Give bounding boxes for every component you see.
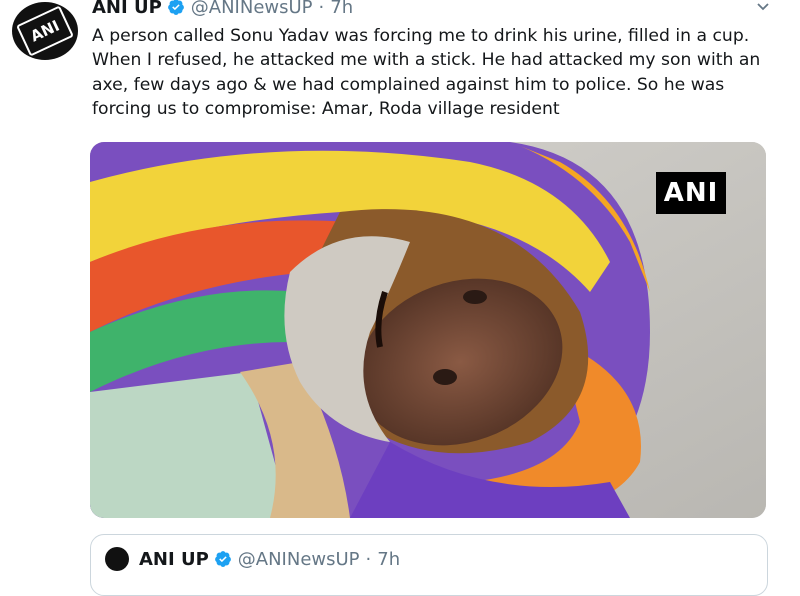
separator-dot: · bbox=[318, 0, 325, 18]
chevron-down-icon[interactable] bbox=[756, 0, 770, 14]
quoted-separator-dot: · bbox=[365, 548, 372, 570]
quoted-avatar bbox=[105, 547, 129, 571]
verified-badge-icon bbox=[214, 551, 231, 567]
ani-watermark: ANI bbox=[656, 172, 726, 214]
ani-logo: ANI bbox=[16, 5, 74, 57]
quoted-tweet-header: ANI UP @ANINewsUP · 7h bbox=[105, 547, 400, 571]
tweet-text: A person called Sonu Yadav was forcing m… bbox=[92, 26, 761, 120]
quoted-tweet[interactable]: ANI UP @ANINewsUP · 7h bbox=[90, 534, 768, 596]
quoted-author-handle[interactable]: @ANINewsUP bbox=[238, 549, 360, 570]
tweet-timestamp[interactable]: 7h bbox=[330, 0, 353, 18]
avatar-logo-text: ANI bbox=[27, 16, 63, 46]
tweet-media-image[interactable]: ANI bbox=[90, 142, 766, 518]
tweet-header: ANI UP @ANINewsUP · 7h bbox=[92, 0, 353, 20]
quoted-author-name[interactable]: ANI UP bbox=[139, 549, 209, 570]
author-handle[interactable]: @ANINewsUP bbox=[191, 0, 313, 18]
quoted-timestamp[interactable]: 7h bbox=[377, 549, 400, 570]
author-name[interactable]: ANI UP bbox=[92, 0, 162, 18]
verified-badge-icon bbox=[167, 0, 184, 15]
tweet-avatar[interactable]: ANI bbox=[12, 2, 78, 60]
